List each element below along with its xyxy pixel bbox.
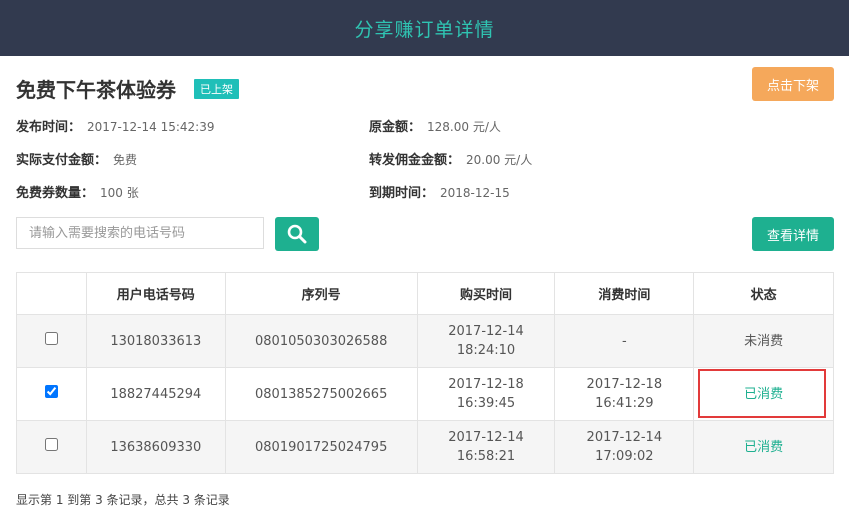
serial-cell: 0801385275002665 — [224, 367, 418, 421]
pagination-info: 显示第 1 到第 3 条记录，总共 3 条记录 — [16, 493, 230, 507]
free-count-value: 100 张 — [100, 186, 139, 200]
status-cell: 已消费 — [693, 420, 834, 474]
use-clock: 16:41:29 — [595, 396, 654, 411]
use-time-cell: - — [554, 314, 695, 368]
status-badge: 已上架 — [194, 79, 239, 99]
orig-price-row: 原金额： 128.00 元/人 — [369, 116, 501, 135]
status-cell: 已消费 — [693, 367, 834, 421]
use-time-cell: 2017-12-14 17:09:02 — [554, 420, 695, 474]
publish-time-value: 2017-12-14 15:42:39 — [87, 120, 215, 134]
phone-cell: 13018033613 — [85, 314, 226, 368]
commission-row: 转发佣金金额： 20.00 元/人 — [369, 149, 532, 168]
serial-cell: 0801050303026588 — [224, 314, 418, 368]
actual-pay-row: 实际支付金额： 免费 — [16, 149, 137, 168]
use-date: 2017-12-18 — [586, 377, 663, 392]
buy-time-cell: 2017-12-14 18:24:10 — [416, 314, 556, 368]
search-button[interactable] — [275, 217, 319, 251]
actual-pay-value: 免费 — [113, 153, 138, 167]
commission-label: 转发佣金金额： — [369, 153, 461, 168]
table-row: 13638609330 0801901725024795 2017-12-14 1… — [16, 420, 834, 474]
use-time-cell: 2017-12-18 16:41:29 — [554, 367, 695, 421]
row-checkbox[interactable] — [44, 437, 58, 451]
buy-date: 2017-12-18 — [448, 377, 524, 392]
buy-clock: 16:39:45 — [456, 396, 516, 411]
phone-cell: 18827445294 — [85, 367, 226, 421]
publish-time-label: 发布时间： — [16, 120, 82, 135]
coupon-name: 免费下午茶体验券 — [16, 78, 176, 102]
serial-cell: 0801901725024795 — [224, 420, 418, 474]
buy-date: 2017-12-14 — [448, 324, 524, 339]
phone-search-input[interactable] — [16, 217, 264, 249]
col-use-time: 消费时间 — [554, 272, 695, 315]
use-date: - — [621, 333, 627, 349]
phone-cell: 13638609330 — [85, 420, 226, 474]
buy-clock: 18:24:10 — [456, 343, 516, 358]
col-phone: 用户电话号码 — [85, 272, 226, 315]
buy-clock: 16:58:21 — [456, 449, 516, 464]
header-bar: 分享赚订单详情 — [0, 0, 849, 56]
table-row: 13018033613 0801050303026588 2017-12-14 1… — [16, 314, 834, 368]
free-count-row: 免费券数量： 100 张 — [16, 182, 139, 201]
free-count-label: 免费券数量： — [16, 186, 95, 201]
page-title: 分享赚订单详情 — [354, 18, 495, 41]
buy-date: 2017-12-14 — [448, 430, 524, 445]
buy-time-cell: 2017-12-18 16:39:45 — [416, 367, 556, 421]
table-row: 18827445294 0801385275002665 2017-12-18 1… — [16, 367, 834, 421]
publish-time-row: 发布时间： 2017-12-14 15:42:39 — [16, 116, 214, 135]
col-serial: 序列号 — [224, 272, 418, 315]
row-checkbox[interactable] — [44, 331, 58, 345]
col-buy-time: 购买时间 — [416, 272, 556, 315]
orig-price-value: 128.00 元/人 — [427, 120, 501, 134]
orig-price-label: 原金额： — [369, 120, 422, 135]
row-checkbox[interactable] — [44, 384, 58, 398]
col-status: 状态 — [693, 272, 834, 315]
view-detail-button[interactable]: 查看详情 — [752, 217, 834, 251]
expire-row: 到期时间： 2018-12-15 — [369, 182, 510, 201]
status-cell: 未消费 — [693, 314, 834, 368]
unlist-button[interactable]: 点击下架 — [752, 67, 834, 101]
search-icon — [287, 224, 307, 244]
use-clock: 17:09:02 — [595, 449, 654, 464]
table-header-row: 用户电话号码 序列号 购买时间 消费时间 状态 — [16, 272, 834, 315]
use-date: 2017-12-14 — [586, 430, 663, 445]
buy-time-cell: 2017-12-14 16:58:21 — [416, 420, 556, 474]
expire-label: 到期时间： — [369, 186, 435, 201]
orders-table: 用户电话号码 序列号 购买时间 消费时间 状态 13018033613 0801… — [16, 272, 834, 474]
actual-pay-label: 实际支付金额： — [16, 153, 108, 168]
col-select — [16, 272, 87, 315]
expire-value: 2018-12-15 — [440, 186, 510, 200]
commission-value: 20.00 元/人 — [466, 153, 533, 167]
